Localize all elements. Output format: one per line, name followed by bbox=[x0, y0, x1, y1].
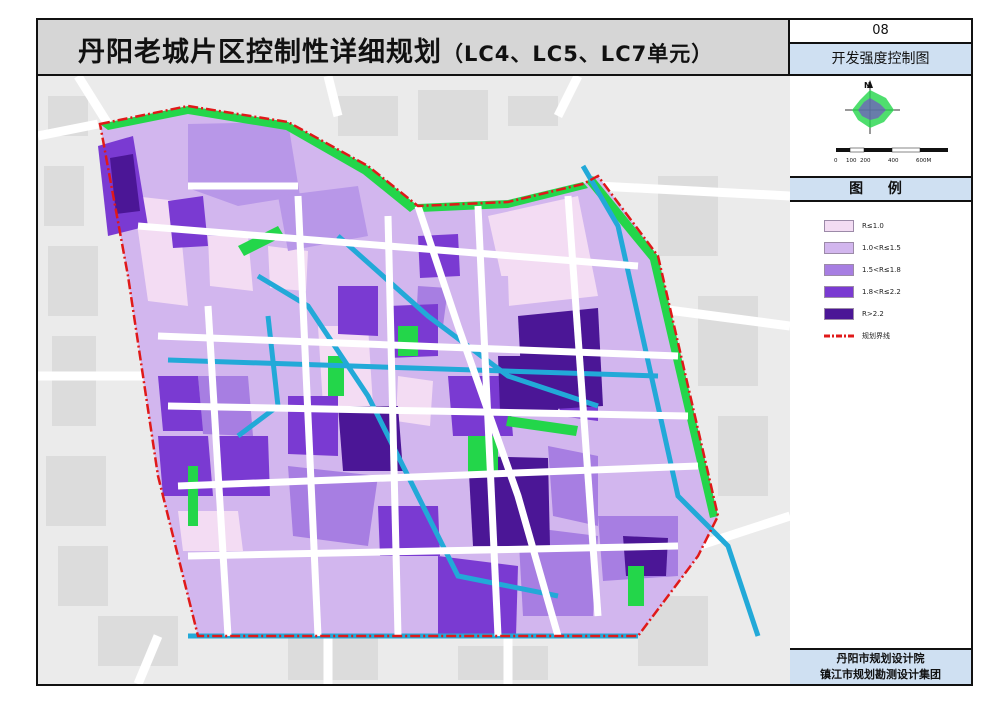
legend-label-far-2: 1.0<R≤1.5 bbox=[862, 244, 901, 252]
legend-swatch-far-4 bbox=[824, 286, 854, 298]
credit-line-1: 丹阳市规划设计院 bbox=[836, 652, 925, 665]
scale-label-0: 0 bbox=[834, 158, 838, 164]
credit-line-2: 镇江市规划勘测设计集团 bbox=[820, 668, 941, 681]
legend-label-boundary: 规划界线 bbox=[862, 332, 890, 340]
legend-heading: 图 例 bbox=[790, 178, 971, 202]
legend-swatch-far-5 bbox=[824, 308, 854, 320]
map-sheet: 丹阳老城片区控制性详细规划（LC4、LC5、LC7单元） 08 开发强度控制图 … bbox=[36, 18, 973, 686]
title-bar: 丹阳老城片区控制性详细规划（LC4、LC5、LC7单元） bbox=[38, 20, 790, 76]
scale-bar bbox=[836, 147, 948, 153]
legend-swatch-far-3 bbox=[824, 264, 854, 276]
legend-label-far-3: 1.5<R≤1.8 bbox=[862, 266, 901, 274]
legend: R≤1.0 1.0<R≤1.5 1.5<R≤1.8 1.8<R≤2.2 R>2.… bbox=[790, 202, 971, 650]
land-use-map bbox=[38, 76, 790, 684]
title-main: 丹阳老城片区控制性详细规划 bbox=[78, 37, 442, 68]
page-title: 丹阳老城片区控制性详细规划（LC4、LC5、LC7单元） bbox=[78, 30, 713, 69]
legend-swatch-boundary bbox=[824, 334, 854, 338]
scale-label-600: 600M bbox=[916, 158, 931, 164]
scale-label-100: 100 bbox=[846, 158, 857, 164]
sheet-name: 开发强度控制图 bbox=[790, 44, 971, 76]
north-label: N bbox=[864, 81, 871, 90]
legend-swatch-far-2 bbox=[824, 242, 854, 254]
map-canvas bbox=[38, 76, 790, 684]
compass-rose: N 0 100 200 400 600M bbox=[834, 80, 948, 164]
credits: 丹阳市规划设计院 镇江市规划勘测设计集团 bbox=[790, 650, 971, 684]
legend-label-far-5: R>2.2 bbox=[862, 310, 884, 318]
title-sub: （LC4、LC5、LC7单元） bbox=[442, 42, 714, 66]
scale-label-400: 400 bbox=[888, 158, 899, 164]
legend-swatch-far-1 bbox=[824, 220, 854, 232]
sheet-number: 08 bbox=[790, 20, 971, 44]
side-panel: 08 开发强度控制图 N 0 100 200 400 600M 图 例 R≤1.… bbox=[790, 20, 971, 684]
legend-label-far-4: 1.8<R≤2.2 bbox=[862, 288, 901, 296]
compass-panel: N 0 100 200 400 600M bbox=[790, 76, 971, 178]
scale-label-200: 200 bbox=[860, 158, 871, 164]
legend-label-far-1: R≤1.0 bbox=[862, 222, 884, 230]
